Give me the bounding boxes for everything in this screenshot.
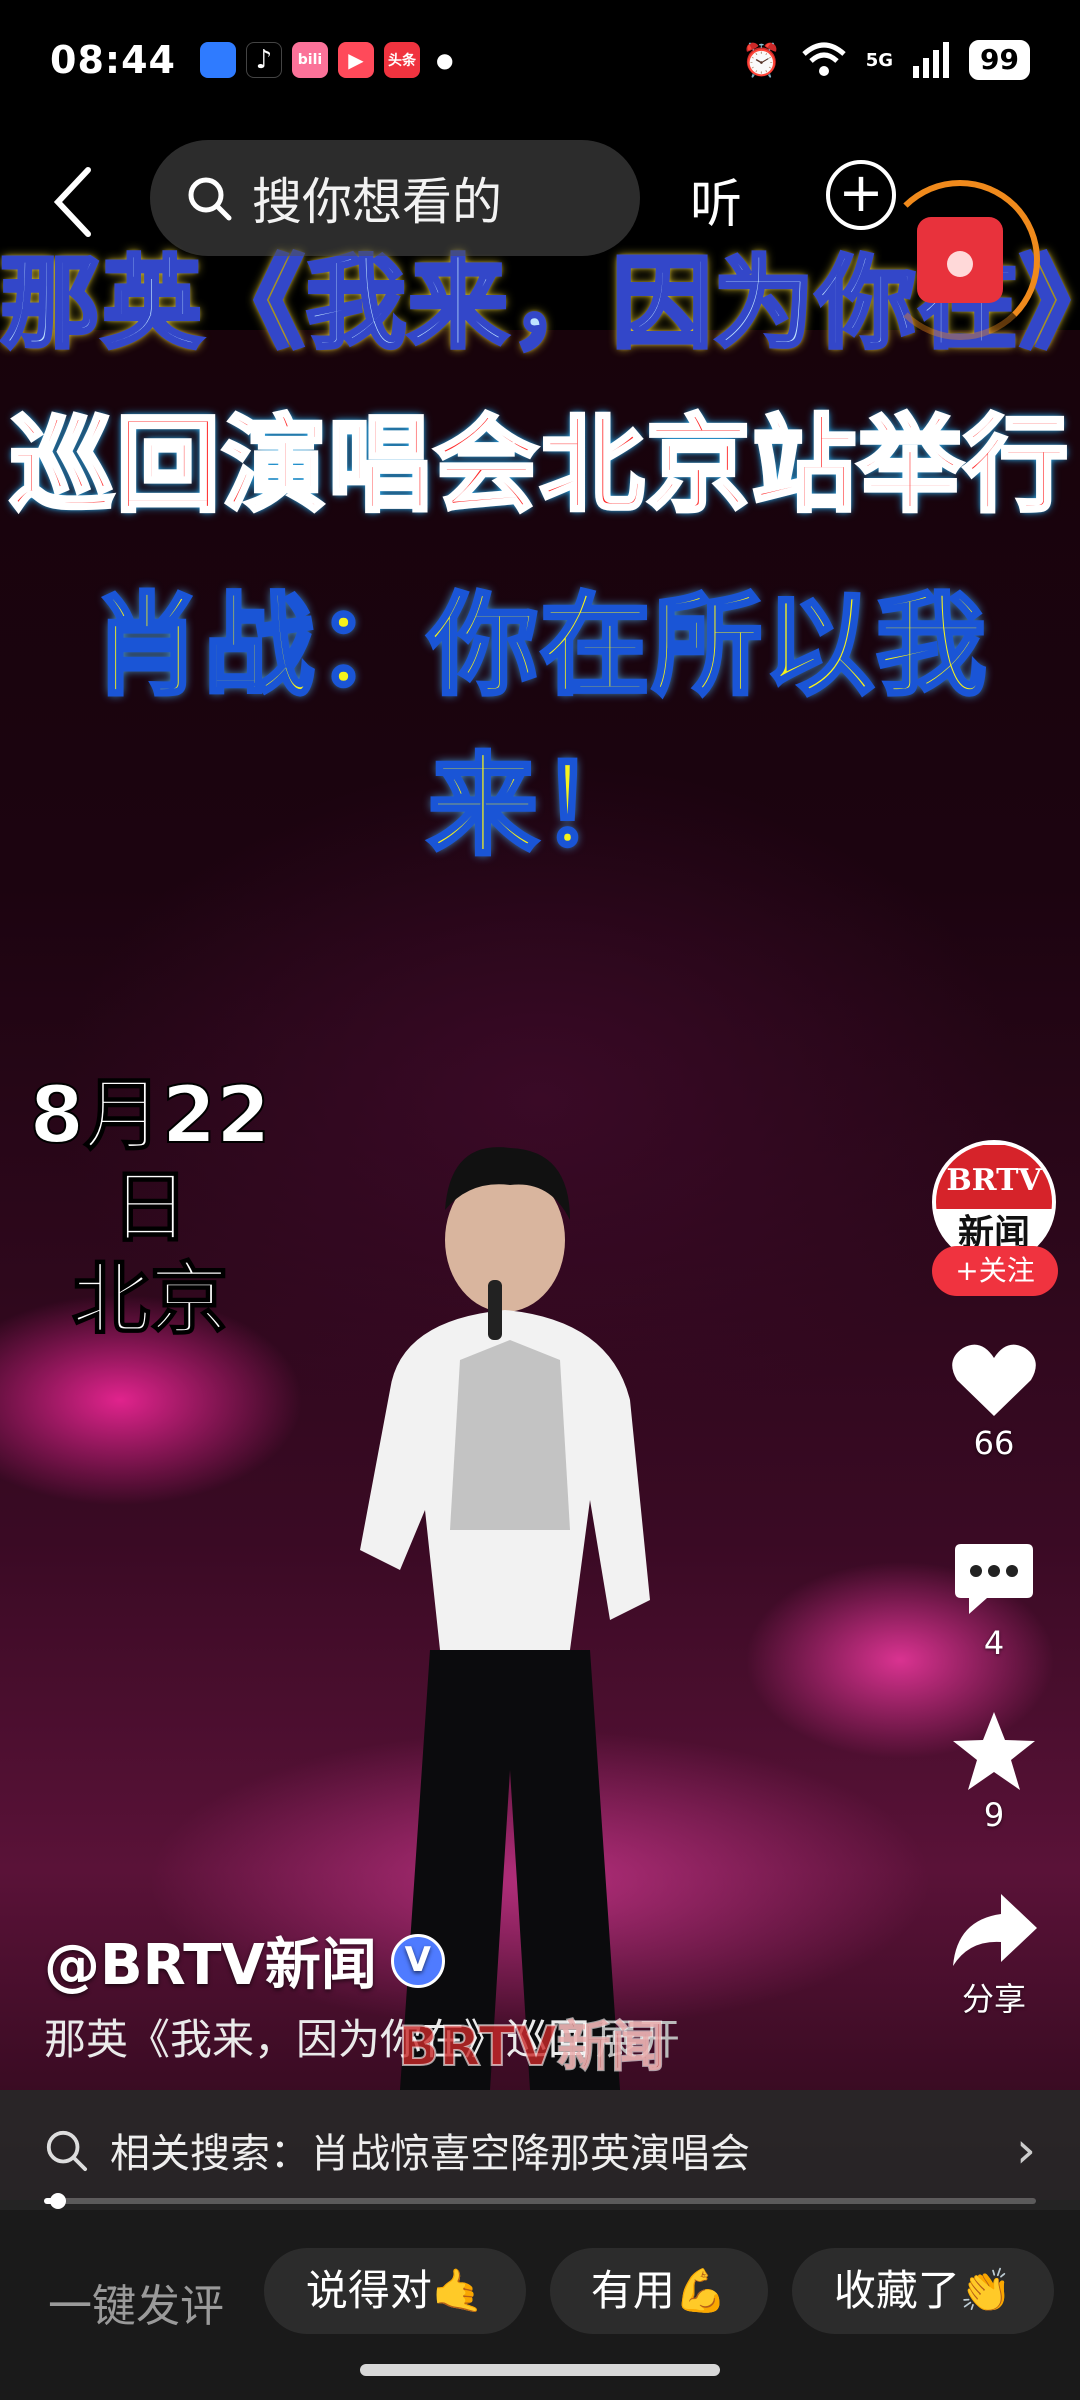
video-app-icon: ▶ — [337, 42, 374, 78]
red-packet-button[interactable] — [880, 180, 1040, 340]
overlay-city: 北京 — [71, 1254, 229, 1346]
account-handle: @BRTV新闻 — [44, 1933, 377, 1998]
date-location-overlay: 8月22日 北京 — [0, 1070, 300, 1346]
comment-icon — [955, 1544, 1033, 1614]
back-button[interactable] — [48, 162, 108, 242]
search-icon — [188, 177, 232, 221]
top-bar: 搜你想看的 听 + — [0, 140, 1080, 340]
avatar-logo-text: BRTV — [936, 1144, 1052, 1210]
favorite-button[interactable]: 9 — [924, 1710, 1064, 1834]
heart-icon — [952, 1344, 1036, 1416]
headline-caption-3: 肖战：你在所以我来！ — [90, 580, 988, 872]
comment-count: 4 — [983, 1624, 1005, 1662]
back-arrow-icon — [53, 167, 91, 237]
battery-indicator: 99 — [969, 40, 1030, 80]
signal-icon — [913, 42, 950, 78]
search-input[interactable]: 搜你想看的 — [150, 140, 640, 256]
favorite-count: 9 — [983, 1796, 1005, 1834]
quick-reply-chip-1[interactable]: 说得对🤙 — [264, 2248, 526, 2334]
toutiao-app-icon: 头条 — [383, 42, 420, 78]
status-bar: 08:44 ♪ bili ▶ 头条 ● ⏰ 5G 99 — [0, 0, 1080, 120]
channel-watermark: BRTV新闻 — [397, 2014, 666, 2079]
alarm-icon: ⏰ — [741, 41, 782, 79]
video-progress-bar[interactable] — [44, 2193, 1036, 2209]
quick-comment-label[interactable]: 一键发评 — [48, 2270, 224, 2334]
share-arrow-icon — [953, 1894, 1037, 1966]
comment-button[interactable]: 4 — [924, 1540, 1064, 1662]
account-name[interactable]: @BRTV新闻 V — [44, 1920, 445, 2001]
tiktok-app-icon: ♪ — [245, 42, 282, 78]
headline-caption-2: 巡回演唱会北京站举行 — [8, 402, 1070, 528]
status-indicators: ⏰ 5G 99 — [742, 40, 1030, 80]
more-notifications-dot: ● — [435, 48, 454, 72]
star-icon — [953, 1712, 1035, 1790]
progress-knob[interactable] — [49, 2193, 66, 2209]
search-icon — [46, 2130, 88, 2172]
red-packet-icon — [917, 217, 1003, 303]
quick-reply-chip-3[interactable]: 收藏了👏 — [792, 2248, 1054, 2334]
chevron-right-icon: › — [1016, 2121, 1036, 2179]
follow-button[interactable]: +关注 — [932, 1246, 1058, 1296]
related-search-text: 相关搜索：肖战惊喜空降那英演唱会 — [110, 2131, 750, 2177]
plus-icon[interactable]: + — [826, 160, 896, 230]
wifi-icon — [802, 42, 846, 76]
overlay-date: 8月22日 — [29, 1070, 272, 1254]
home-indicator[interactable] — [360, 2364, 720, 2376]
share-button[interactable]: 分享 — [924, 1890, 1064, 2020]
network-type: 5G — [865, 49, 894, 71]
like-button[interactable]: 66 — [924, 1340, 1064, 1462]
status-app-icons: ♪ bili ▶ 头条 ● — [199, 42, 454, 78]
related-search-bar[interactable]: 相关搜索：肖战惊喜空降那英演唱会 › — [0, 2090, 1080, 2210]
browser-app-icon — [199, 42, 236, 78]
share-label: 分享 — [961, 1980, 1026, 2018]
verified-badge-icon: V — [390, 1933, 445, 1988]
like-count: 66 — [973, 1424, 1015, 1462]
bilibili-app-icon: bili — [291, 42, 328, 78]
listen-button[interactable]: 听 — [690, 162, 742, 237]
status-time: 08:44 — [50, 38, 176, 82]
search-placeholder: 搜你想看的 — [252, 173, 502, 231]
quick-reply-chip-2[interactable]: 有用💪 — [550, 2248, 768, 2334]
